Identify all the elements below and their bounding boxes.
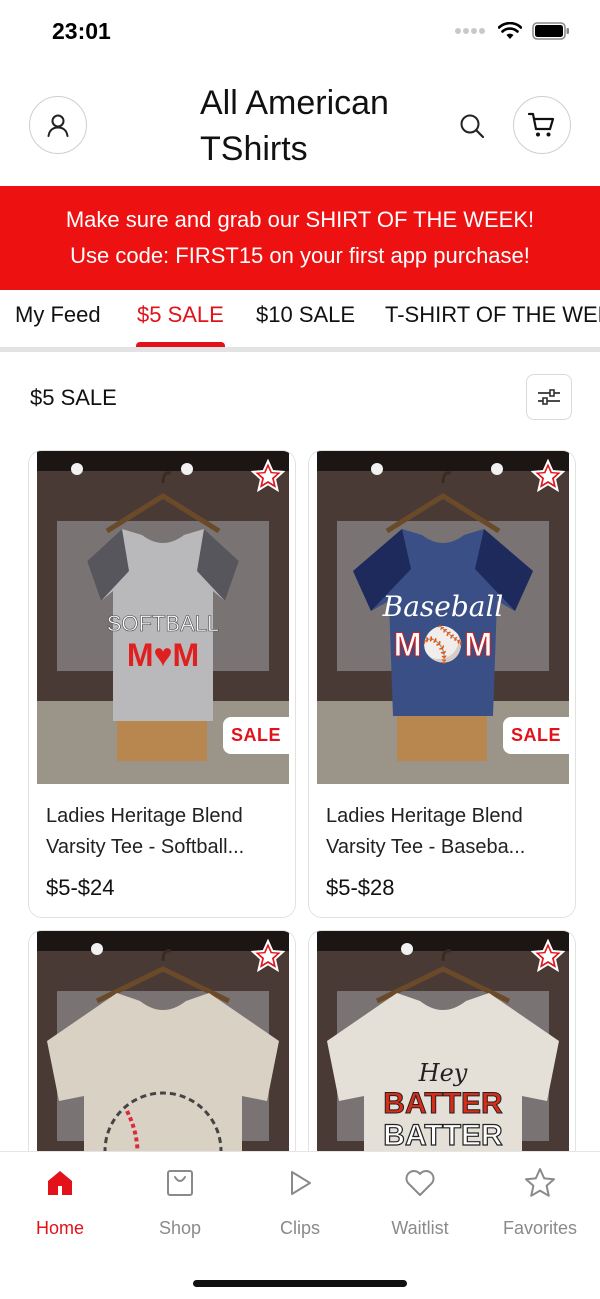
- promo-line-2: Use code: FIRST15 on your first app purc…: [70, 243, 530, 268]
- section-title: $5 SALE: [30, 385, 117, 410]
- sale-badge: SALE: [222, 717, 289, 754]
- store-title-line1: All American: [200, 84, 389, 122]
- product-name: Ladies Heritage Blend Varsity Tee - Soft…: [46, 801, 281, 863]
- status-time: 23:01: [52, 18, 111, 44]
- tab-10-sale[interactable]: $10 SALE: [256, 302, 355, 328]
- battery-icon: [532, 22, 569, 40]
- svg-text:Hey: Hey: [418, 1059, 468, 1087]
- nav-home-label: Home: [35, 1218, 84, 1238]
- star-icon: [525, 1168, 555, 1197]
- play-icon: [291, 1171, 311, 1195]
- category-tabs: My Feed $5 SALE $10 SALE T-SHIRT OF THE …: [0, 290, 600, 352]
- cart-icon: [527, 112, 555, 137]
- favorite-star-icon[interactable]: [251, 459, 285, 493]
- product-price: $5-$28: [326, 875, 395, 900]
- active-tab-indicator: [136, 342, 225, 347]
- status-icons: [454, 22, 570, 40]
- tab-5-sale[interactable]: $5 SALE: [137, 302, 224, 328]
- product-name-line1: Ladies Heritage Blend: [326, 805, 523, 827]
- account-button[interactable]: [29, 96, 87, 154]
- filter-sliders-icon: [538, 389, 560, 405]
- product-image: Baseball M⚾M SALE: [317, 451, 569, 784]
- cart-button[interactable]: [513, 96, 571, 154]
- filter-button[interactable]: [526, 374, 572, 420]
- tab-tshirt-of-the-week[interactable]: T-SHIRT OF THE WEEK: [385, 302, 600, 328]
- product-name-line1: Ladies Heritage Blend: [46, 805, 243, 827]
- svg-text:M⚾M: M⚾M: [394, 624, 493, 665]
- nav-home[interactable]: Home: [0, 1166, 120, 1239]
- sale-badge: SALE: [502, 717, 569, 754]
- signal-icon: [455, 28, 485, 34]
- nav-shop[interactable]: Shop: [120, 1166, 240, 1239]
- home-icon: [48, 1171, 72, 1195]
- store-title: All American TShirts: [200, 80, 430, 172]
- bottom-nav: Home Shop Clips Waitlist Favorites: [0, 1151, 600, 1299]
- app-header: All American TShirts: [0, 66, 600, 186]
- nav-clips[interactable]: Clips: [240, 1166, 360, 1239]
- shopping-bag-icon: [167, 1170, 193, 1196]
- svg-text:BATTER: BATTER: [383, 1087, 503, 1120]
- favorite-star-icon[interactable]: [531, 459, 565, 493]
- tab-my-feed[interactable]: My Feed: [15, 302, 101, 328]
- favorite-star-icon[interactable]: [531, 939, 565, 973]
- product-image: SOFTBALL M♥M SALE: [37, 451, 289, 784]
- favorite-star-icon[interactable]: [251, 939, 285, 973]
- nav-favorites-label: Favorites: [502, 1218, 578, 1238]
- nav-waitlist[interactable]: Waitlist: [360, 1166, 480, 1239]
- heart-icon: [405, 1170, 435, 1196]
- store-title-line2: TShirts: [200, 130, 308, 168]
- nav-waitlist-label: Waitlist: [391, 1218, 449, 1238]
- svg-text:M♥M: M♥M: [127, 637, 199, 673]
- product-card[interactable]: Baseball M⚾M SALE Ladies Heritage Blend …: [308, 450, 576, 918]
- promo-banner[interactable]: Make sure and grab our SHIRT OF THE WEEK…: [0, 186, 600, 290]
- product-card[interactable]: SOFTBALL M♥M SALE Ladies Heritage Blend …: [28, 450, 296, 918]
- wifi-icon: [498, 22, 522, 39]
- svg-text:SOFTBALL: SOFTBALL: [107, 611, 219, 636]
- product-price: $5-$24: [46, 875, 115, 900]
- product-name-line2: Varsity Tee - Softball...: [46, 836, 245, 858]
- svg-text:Baseball: Baseball: [382, 590, 504, 623]
- nav-clips-label: Clips: [279, 1218, 320, 1238]
- search-button[interactable]: [455, 109, 489, 143]
- product-name-line2: Varsity Tee - Baseba...: [326, 836, 526, 858]
- search-icon: [460, 114, 485, 139]
- status-bar: 23:01: [0, 0, 600, 66]
- nav-favorites[interactable]: Favorites: [480, 1166, 600, 1239]
- home-indicator[interactable]: [193, 1280, 407, 1287]
- promo-line-1: Make sure and grab our SHIRT OF THE WEEK…: [65, 207, 535, 232]
- user-icon: [47, 114, 69, 137]
- product-name: Ladies Heritage Blend Varsity Tee - Base…: [326, 801, 561, 863]
- nav-shop-label: Shop: [158, 1218, 202, 1238]
- svg-text:BATTER: BATTER: [383, 1119, 503, 1152]
